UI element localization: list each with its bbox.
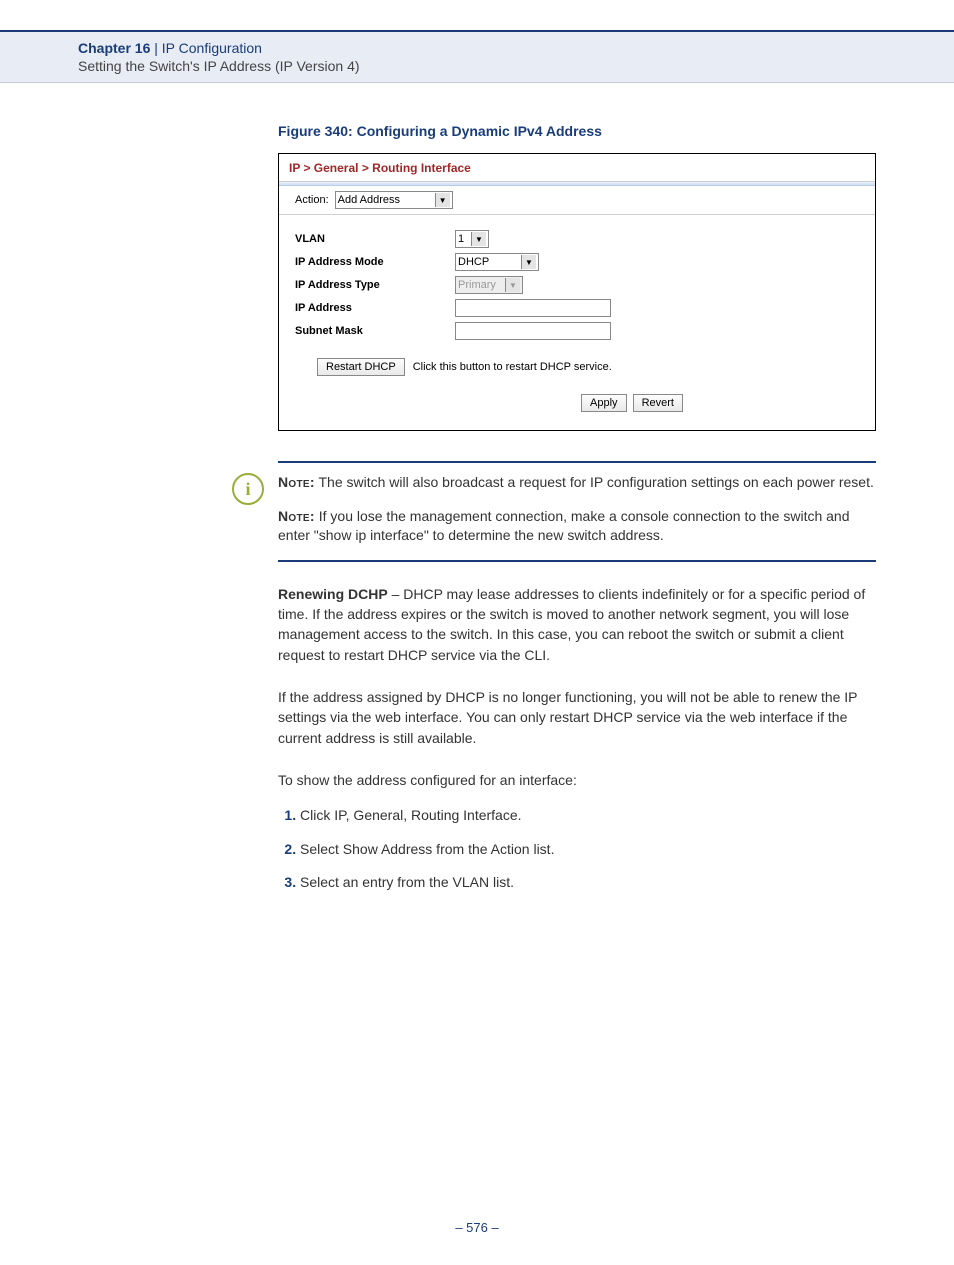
type-select: Primary ▼: [455, 276, 523, 294]
step-1: Click IP, General, Routing Interface.: [300, 806, 876, 826]
page-number: – 576 –: [0, 1220, 954, 1235]
note-2: Note: If you lose the management connect…: [278, 507, 876, 546]
vlan-label: VLAN: [295, 233, 455, 245]
form-area: VLAN 1 ▼ IP Address Mode DHCP ▼ IP Addre…: [279, 215, 875, 430]
restart-hint: Click this button to restart DHCP servic…: [413, 361, 612, 373]
note-1: Note: The switch will also broadcast a r…: [278, 473, 876, 493]
apply-button[interactable]: Apply: [581, 394, 627, 412]
figure-caption: Figure 340: Configuring a Dynamic IPv4 A…: [278, 123, 876, 139]
mode-value: DHCP: [458, 256, 517, 268]
note-label-2: Note:: [278, 508, 315, 524]
page-header: Chapter 16 | IP Configuration Setting th…: [0, 30, 954, 83]
chevron-down-icon: ▼: [435, 193, 450, 207]
note-block: i Note: The switch will also broadcast a…: [278, 461, 876, 562]
info-icon: i: [232, 473, 264, 505]
addr-input[interactable]: [455, 299, 611, 317]
restart-dhcp-button[interactable]: Restart DHCP: [317, 358, 405, 376]
mask-label: Subnet Mask: [295, 325, 455, 337]
steps-list: Click IP, General, Routing Interface. Se…: [278, 806, 876, 893]
chapter-line: Chapter 16 | IP Configuration: [78, 40, 954, 56]
paragraph-3: To show the address configured for an in…: [278, 770, 876, 790]
step-3: Select an entry from the VLAN list.: [300, 873, 876, 893]
chevron-down-icon: ▼: [505, 278, 520, 292]
mask-input[interactable]: [455, 322, 611, 340]
step-2: Select Show Address from the Action list…: [300, 840, 876, 860]
chevron-down-icon: ▼: [521, 255, 536, 269]
paragraph-2: If the address assigned by DHCP is no lo…: [278, 687, 876, 748]
config-screenshot: IP > General > Routing Interface Action:…: [278, 153, 876, 431]
note-label-1: Note:: [278, 474, 315, 490]
mode-label: IP Address Mode: [295, 256, 455, 268]
note-text-2: If you lose the management connection, m…: [278, 508, 850, 544]
mode-select[interactable]: DHCP ▼: [455, 253, 539, 271]
action-select[interactable]: Add Address ▼: [335, 191, 453, 209]
action-row: Action: Add Address ▼: [279, 186, 875, 215]
action-label: Action:: [295, 194, 329, 206]
chapter-subtitle: Setting the Switch's IP Address (IP Vers…: [78, 58, 954, 74]
revert-button[interactable]: Revert: [633, 394, 683, 412]
note-text-1: The switch will also broadcast a request…: [315, 474, 874, 490]
vlan-select[interactable]: 1 ▼: [455, 230, 489, 248]
chevron-down-icon: ▼: [471, 232, 486, 246]
type-label: IP Address Type: [295, 279, 455, 291]
action-value: Add Address: [338, 194, 431, 206]
renewing-paragraph: Renewing DCHP – DHCP may lease addresses…: [278, 584, 876, 665]
vlan-value: 1: [458, 233, 467, 245]
chapter-divider: |: [150, 40, 161, 56]
breadcrumb: IP > General > Routing Interface: [279, 154, 875, 182]
addr-label: IP Address: [295, 302, 455, 314]
chapter-label: Chapter 16: [78, 40, 150, 56]
renewing-title: Renewing DCHP: [278, 586, 388, 602]
type-value: Primary: [458, 279, 501, 291]
chapter-title: IP Configuration: [162, 40, 262, 56]
